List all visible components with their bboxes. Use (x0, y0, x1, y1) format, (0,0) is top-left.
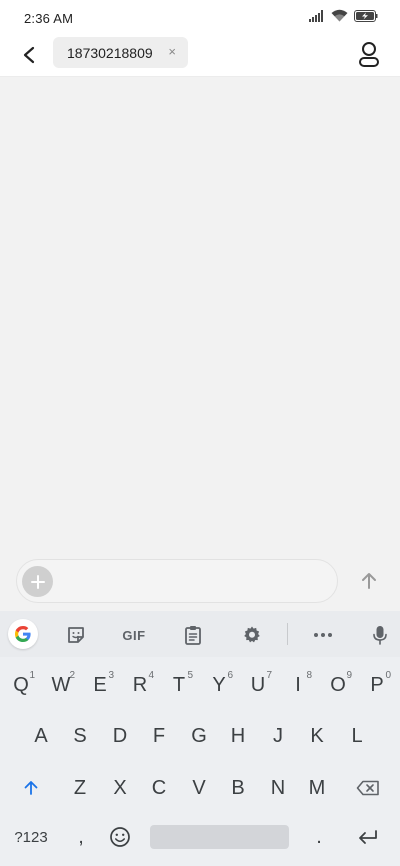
key-b[interactable]: B (219, 771, 257, 805)
comma-key[interactable]: , (66, 820, 96, 854)
key-l[interactable]: L (338, 719, 376, 753)
key-a[interactable]: A (22, 719, 60, 753)
key-x[interactable]: X (101, 771, 139, 805)
space-bar[interactable] (150, 825, 289, 849)
key-c[interactable]: C (140, 771, 178, 805)
contact-button[interactable] (356, 40, 382, 68)
recipient-number: 18730218809 (67, 44, 153, 61)
key-r[interactable]: R4 (121, 668, 159, 702)
key-d[interactable]: D (101, 719, 139, 753)
recipient-chip[interactable]: 18730218809 × (53, 37, 188, 68)
person-icon (359, 42, 379, 67)
key-w[interactable]: W2 (42, 668, 80, 702)
key-hint: 0 (385, 670, 391, 681)
gear-icon[interactable] (240, 623, 264, 647)
key-t[interactable]: T5 (160, 668, 198, 702)
key-y[interactable]: Y6 (200, 668, 238, 702)
key-g[interactable]: G (180, 719, 218, 753)
backspace-icon (356, 780, 379, 796)
conversation-header: 18730218809 × (0, 36, 400, 77)
status-icons (309, 9, 378, 27)
key-q[interactable]: Q1 (2, 668, 40, 702)
enter-icon (359, 830, 377, 844)
send-button[interactable] (355, 567, 383, 595)
key-n[interactable]: N (259, 771, 297, 805)
key-j[interactable]: J (259, 719, 297, 753)
wifi-icon (331, 9, 348, 27)
key-o[interactable]: O9 (319, 668, 357, 702)
shift-arrow-icon (24, 781, 38, 795)
google-icon[interactable] (8, 619, 38, 649)
back-button[interactable] (16, 42, 42, 68)
clipboard-icon[interactable] (181, 623, 205, 647)
arrow-up-icon (362, 573, 376, 589)
conversation-area (0, 77, 400, 611)
key-hint: 6 (227, 670, 233, 681)
key-u[interactable]: U7 (239, 668, 277, 702)
backspace-key[interactable] (349, 771, 387, 805)
keyboard-toolbar: GIF (0, 611, 400, 657)
key-m[interactable]: M (298, 771, 336, 805)
key-h[interactable]: H (219, 719, 257, 753)
add-attachment-button[interactable] (22, 566, 53, 597)
key-hint: 1 (29, 670, 35, 681)
status-time: 2:36 AM (24, 11, 74, 26)
message-input[interactable] (16, 559, 338, 603)
gif-label: GIF (122, 627, 146, 643)
symbols-key[interactable]: ?123 (4, 820, 58, 854)
battery-charging-icon (354, 9, 378, 27)
key-k[interactable]: K (298, 719, 336, 753)
key-z[interactable]: Z (61, 771, 99, 805)
key-f[interactable]: F (140, 719, 178, 753)
keyboard: GIF Q 1 W 2 E 3 R 4 T 5 Y 6 U 7 I 8 O 9 … (0, 611, 400, 866)
key-hint: 2 (69, 670, 75, 681)
enter-key[interactable] (350, 820, 386, 854)
key-hint: 3 (108, 670, 114, 681)
key-e[interactable]: E3 (81, 668, 119, 702)
key-hint: 4 (148, 670, 154, 681)
key-hint: 5 (187, 670, 193, 681)
clear-recipient-button[interactable]: × (168, 44, 176, 60)
emoji-icon (110, 827, 130, 847)
plus-icon (30, 574, 45, 589)
gif-icon[interactable]: GIF (119, 623, 149, 647)
key-v[interactable]: V (180, 771, 218, 805)
back-arrow-icon (23, 46, 35, 64)
toolbar-divider (287, 623, 288, 645)
key-hint: 7 (266, 670, 272, 681)
key-p[interactable]: P0 (358, 668, 396, 702)
key-i[interactable]: I8 (279, 668, 317, 702)
shift-key[interactable] (12, 771, 50, 805)
emoji-key[interactable] (104, 820, 136, 854)
microphone-icon[interactable] (368, 623, 392, 647)
period-key[interactable]: . (304, 820, 334, 854)
key-hint: 8 (306, 670, 312, 681)
more-icon[interactable] (311, 623, 335, 647)
sticker-icon[interactable] (64, 623, 88, 647)
status-bar: 2:36 AM (0, 0, 400, 36)
key-hint: 9 (346, 670, 352, 681)
signal-icon (309, 9, 325, 27)
key-s[interactable]: S (61, 719, 99, 753)
